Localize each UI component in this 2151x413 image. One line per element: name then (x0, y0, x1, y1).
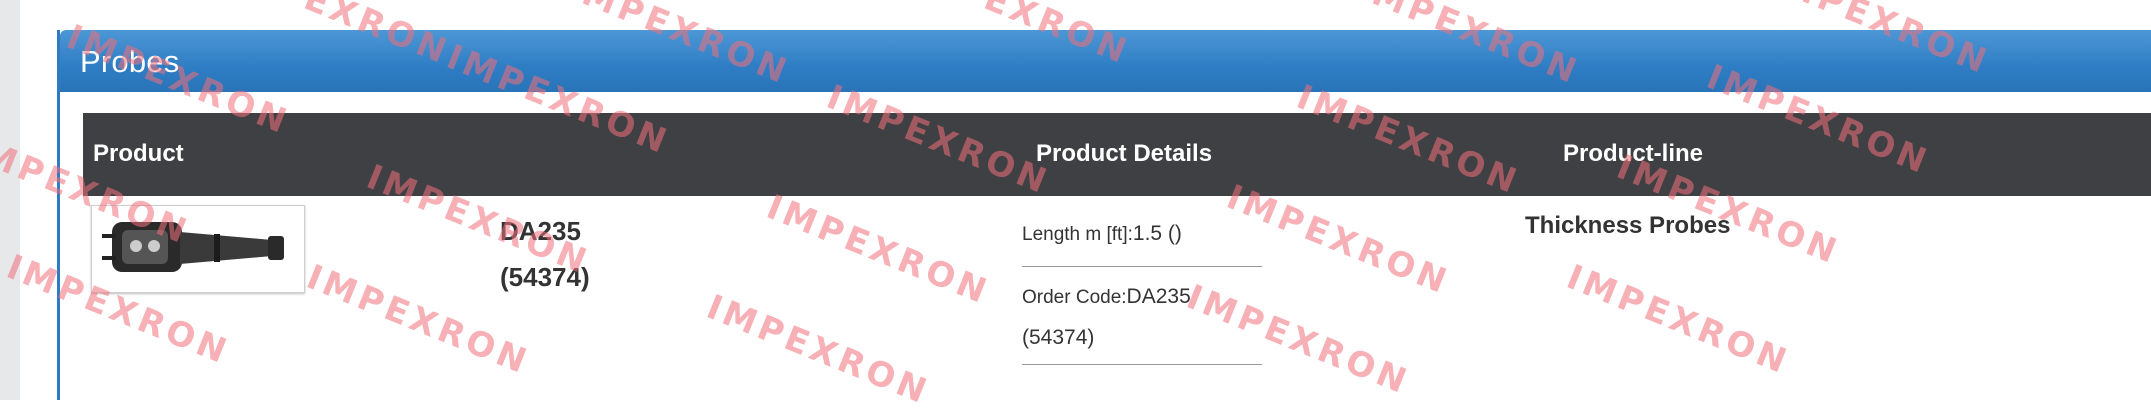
column-header-product[interactable]: Product (93, 140, 184, 168)
detail-order-code: Order Code:DA235 (1022, 285, 1191, 309)
product-thumbnail[interactable] (91, 205, 305, 293)
detail-length: Length m [ft]:1.5 () (1022, 222, 1182, 246)
detail-divider (1022, 266, 1262, 267)
panel-title: Probes (80, 44, 180, 79)
order-code-value: DA235 (1126, 285, 1191, 308)
order-code-value-cont: (54374) (1022, 326, 1095, 349)
product-name[interactable]: DA235 (54374) (500, 208, 590, 300)
detail-order-code-cont: (54374) (1022, 326, 1094, 350)
length-value: 1.5 () (1132, 222, 1182, 245)
order-code-label: Order Code: (1022, 287, 1127, 308)
probes-panel: Probes Product Product Details Product-l… (57, 30, 2151, 400)
probe-image (102, 222, 284, 272)
product-code[interactable]: DA235 (500, 208, 590, 254)
panel-header: Probes (60, 30, 2151, 92)
length-label: Length m [ft]: (1022, 224, 1133, 245)
product-number[interactable]: (54374) (500, 254, 590, 300)
column-header-product-line[interactable]: Product-line (1563, 140, 1703, 168)
page-left-edge (0, 0, 20, 400)
column-header-product-details[interactable]: Product Details (1036, 140, 1212, 168)
product-line-value[interactable]: Thickness Probes (1525, 212, 1730, 240)
table-header-row: Product Product Details Product-line (83, 113, 2151, 196)
detail-divider (1022, 364, 1262, 365)
